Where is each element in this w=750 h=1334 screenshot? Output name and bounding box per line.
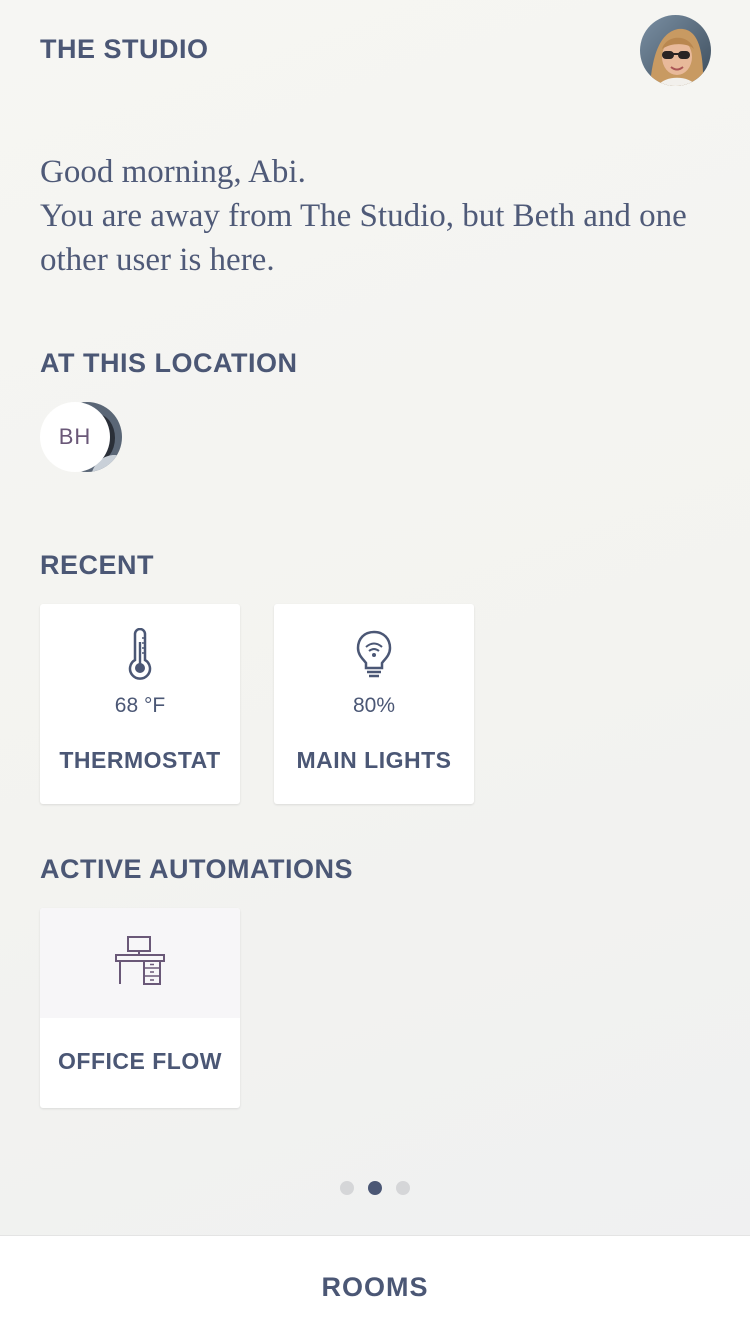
page-dot-1[interactable] [340, 1181, 354, 1195]
greeting-line-1: Good morning, Abi. [40, 154, 306, 190]
thermostat-label: THERMOSTAT [59, 747, 221, 773]
present-users[interactable]: BH [40, 402, 130, 474]
main-lights-label: MAIN LIGHTS [296, 747, 452, 773]
location-heading: AT THIS LOCATION [40, 348, 298, 378]
main-lights-card[interactable]: 80% MAIN LIGHTS [274, 604, 474, 804]
office-flow-card[interactable]: OFFICE FLOW [40, 908, 240, 1108]
user-initials: BH [58, 424, 92, 449]
recent-heading: RECENT [40, 550, 155, 580]
user-initials-badge[interactable]: BH [40, 402, 110, 472]
page-dot-2-active[interactable] [368, 1181, 382, 1195]
thermometer-icon [40, 628, 240, 680]
thermostat-card[interactable]: 68 °F THERMOSTAT [40, 604, 240, 804]
rooms-button[interactable]: ROOMS [0, 1272, 750, 1303]
greeting-line-2: You are away from The Studio, but Beth a… [40, 198, 687, 278]
office-flow-label: OFFICE FLOW [58, 1048, 222, 1074]
page-indicator[interactable] [0, 1181, 750, 1195]
main-lights-value: 80% [352, 694, 396, 717]
thermostat-value: 68 °F [114, 694, 166, 717]
user-avatar-photo-icon [640, 15, 711, 86]
profile-avatar[interactable] [640, 15, 711, 86]
bottom-bar: ROOMS [0, 1235, 750, 1334]
page-title: THE STUDIO [40, 34, 209, 64]
greeting-message: Good morning, Abi. You are away from The… [40, 150, 720, 282]
automations-heading: ACTIVE AUTOMATIONS [40, 854, 354, 884]
lightbulb-icon [274, 630, 474, 678]
desk-icon [40, 934, 240, 986]
page-dot-3[interactable] [396, 1181, 410, 1195]
